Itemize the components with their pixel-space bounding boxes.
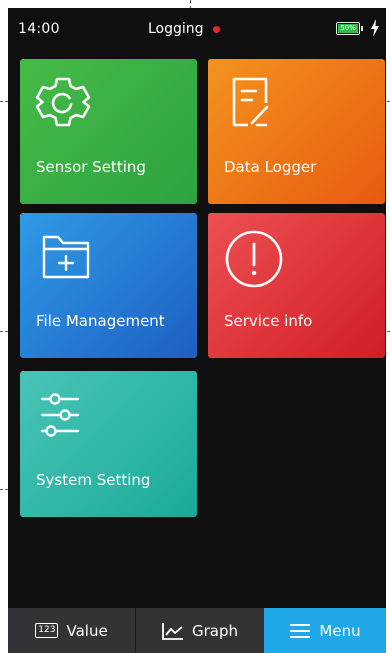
status-bar: 14:00 Logging 50% (8, 8, 386, 52)
battery-tip (361, 26, 363, 31)
gear-icon (35, 77, 91, 127)
document-edit-icon (232, 77, 269, 127)
line-chart-icon (162, 622, 183, 640)
nav-tab-value[interactable]: 123 Value (8, 608, 136, 653)
tile-label-sensor-setting: Sensor Setting (36, 158, 146, 176)
hamburger-icon (290, 623, 311, 638)
tile-label-data-logger: Data Logger (224, 158, 317, 176)
numbers-icon: 123 (35, 623, 59, 638)
nav-tab-menu-label: Menu (319, 621, 361, 640)
lightning-icon (371, 19, 379, 37)
tile-sensor-setting[interactable]: Sensor Setting (20, 59, 197, 204)
clock: 14:00 (18, 21, 60, 37)
tile-label-system-setting: System Setting (36, 471, 151, 489)
battery-percent: 50% (340, 24, 356, 32)
info-circle-icon (225, 230, 283, 288)
nav-tab-value-label: Value (66, 621, 108, 640)
tile-data-logger[interactable]: Data Logger (208, 59, 385, 204)
tile-service-info[interactable]: Service info (208, 213, 385, 358)
battery-icon: 50% (336, 22, 360, 35)
tile-file-management[interactable]: File Management (20, 213, 197, 358)
nav-tab-graph-label: Graph (191, 621, 238, 640)
tile-label-file-management: File Management (36, 312, 165, 330)
logging-indicator: Logging (148, 21, 220, 37)
device-screen: 14:00 Logging 50% Sensor Setting Data Lo… (8, 8, 386, 653)
bottom-nav: 123 Value Graph Menu (8, 608, 386, 653)
tile-system-setting[interactable]: System Setting (20, 371, 197, 517)
tile-label-service-info: Service info (224, 312, 313, 330)
recording-dot-icon (212, 25, 220, 33)
nav-tab-menu[interactable]: Menu (264, 608, 386, 653)
sliders-icon (40, 393, 80, 437)
folder-plus-icon (42, 235, 90, 279)
logging-label: Logging (148, 21, 204, 37)
nav-tab-graph[interactable]: Graph (136, 608, 264, 653)
